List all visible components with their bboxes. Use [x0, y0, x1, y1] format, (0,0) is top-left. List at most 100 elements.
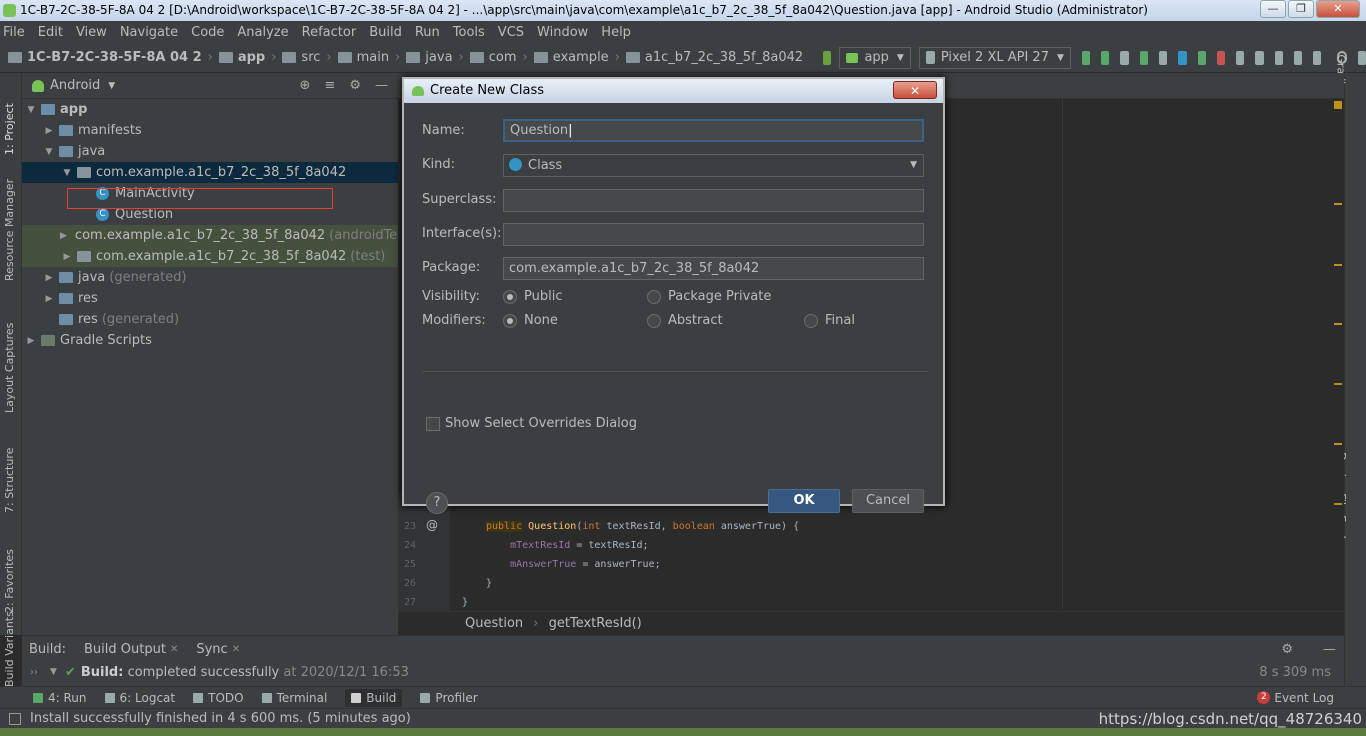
tree-item-res[interactable]: ▶ res [22, 288, 398, 309]
close-icon[interactable]: ✕ [232, 644, 240, 655]
warning-marker[interactable] [1334, 503, 1342, 505]
menu-navigate[interactable]: Navigate [120, 25, 178, 40]
tab-structure[interactable]: 7: Structure [3, 448, 16, 513]
close-window-button[interactable]: ✕ [1316, 0, 1360, 18]
menu-tools[interactable]: Tools [453, 25, 485, 40]
show-overrides-checkbox[interactable]: Show Select Overrides Dialog [426, 416, 637, 431]
menu-view[interactable]: View [76, 25, 107, 40]
menu-refactor[interactable]: Refactor [302, 25, 357, 40]
modifier-none-radio[interactable]: None [503, 313, 558, 328]
chevron-down-icon[interactable]: ▼ [24, 105, 38, 115]
status-message[interactable]: Install successfully finished in 4 s 600… [30, 711, 411, 726]
warning-marker[interactable] [1334, 323, 1342, 325]
code-line[interactable]: 26} [398, 574, 1344, 593]
menu-code[interactable]: Code [191, 25, 224, 40]
debug-icon[interactable] [1139, 50, 1148, 65]
tree-item-package-main[interactable]: ▼ com.example.a1c_b7_2c_38_5f_8a042 [22, 162, 398, 183]
chevron-down-icon[interactable]: ▼ [60, 168, 74, 178]
menu-analyze[interactable]: Analyze [237, 25, 288, 40]
menu-help[interactable]: Help [601, 25, 631, 40]
override-icon[interactable]: @ [426, 518, 438, 532]
chevron-right-icon[interactable]: ▶ [24, 336, 38, 346]
superclass-field[interactable] [503, 189, 924, 212]
breadcrumb-app[interactable]: › app [202, 50, 266, 65]
menu-run[interactable]: Run [415, 25, 440, 40]
code-line[interactable]: 23 public Question(int textResId, boolean… [398, 517, 1344, 536]
sync-icon[interactable] [1236, 50, 1245, 65]
gear-icon[interactable]: ⚙ [1281, 642, 1293, 657]
modifier-final-radio[interactable]: Final [804, 313, 855, 328]
package-field[interactable]: com.example.a1c_b7_2c_38_5f_8a042 [503, 257, 924, 280]
tree-item-java[interactable]: ▼ java [22, 141, 398, 162]
chevron-down-icon[interactable]: ▼ [108, 81, 115, 91]
visibility-public-radio[interactable]: Public [503, 289, 562, 304]
event-log[interactable]: 2 Event Log [1257, 691, 1334, 705]
run-list-icon[interactable] [1120, 50, 1129, 65]
attach-debugger-icon[interactable] [1197, 50, 1206, 65]
tree-item-gradle-scripts[interactable]: ▶ Gradle Scripts [22, 330, 398, 351]
code-line[interactable]: 24 mTextResId = textResId; [398, 536, 1344, 555]
code-line[interactable]: 27} [398, 593, 1344, 612]
editor-breadcrumb-class[interactable]: Question [465, 616, 523, 631]
tab-sync[interactable]: Sync [196, 642, 227, 657]
hammer-icon[interactable] [823, 50, 832, 65]
breadcrumb-com[interactable]: › com [453, 50, 517, 65]
stop-icon[interactable] [1216, 50, 1226, 65]
gear-icon[interactable]: ⚙ [349, 78, 361, 93]
tab-project[interactable]: 1: Project [3, 103, 16, 155]
breadcrumb-main[interactable]: › main [320, 50, 389, 65]
minimize-button[interactable]: — [1260, 0, 1286, 18]
sdk-manager-icon[interactable] [1274, 50, 1283, 65]
apply-code-changes-icon[interactable] [1101, 50, 1110, 65]
code-line[interactable]: 25 mAnswerTrue = answerTrue; [398, 555, 1344, 574]
hide-icon[interactable]: — [1323, 642, 1336, 657]
chevron-right-icon[interactable]: ▶ [60, 231, 67, 241]
tool-run[interactable]: 4: Run [33, 691, 87, 705]
tab-favorites[interactable]: 2: Favorites [3, 549, 16, 613]
chevron-down-icon[interactable]: ▼ [42, 147, 56, 157]
tool-logcat[interactable]: 6: Logcat [104, 691, 175, 705]
chevron-right-icon[interactable]: ▶ [42, 273, 56, 283]
breadcrumb-java[interactable]: › java [389, 50, 452, 65]
menu-vcs[interactable]: VCS [498, 25, 524, 40]
tab-build-variants[interactable]: Build Variants [3, 611, 16, 687]
warning-marker[interactable] [1334, 443, 1342, 445]
chevron-right-icon[interactable]: ▶ [42, 126, 56, 136]
dialog-close-button[interactable]: ✕ [893, 81, 937, 99]
chevron-down-icon[interactable]: ▼ [50, 667, 57, 677]
modifier-abstract-radio[interactable]: Abstract [647, 313, 723, 328]
editor-breadcrumb-method[interactable]: getTextResId() [549, 616, 642, 631]
tab-resource-manager[interactable]: Resource Manager [3, 179, 16, 281]
breadcrumb-package[interactable]: › a1c_b7_2c_38_5f_8a042 [609, 50, 803, 65]
warning-marker[interactable] [1334, 383, 1342, 385]
layout-inspector-icon[interactable] [1293, 50, 1303, 65]
name-field[interactable]: Question| [503, 119, 924, 142]
breadcrumb-project[interactable]: 1C-B7-2C-38-5F-8A 04 2 [2, 50, 202, 65]
profile-icon[interactable] [1178, 50, 1187, 65]
expand-icon[interactable]: ›› [30, 667, 38, 678]
warning-icon[interactable] [1334, 101, 1342, 109]
menu-window[interactable]: Window [537, 25, 588, 40]
kind-select[interactable]: Class ▼ [503, 154, 924, 177]
breadcrumb-example[interactable]: › example [517, 50, 609, 65]
tab-build-output[interactable]: Build Output [84, 642, 166, 657]
tree-item-java-generated[interactable]: ▶ java (generated) [22, 267, 398, 288]
cancel-button[interactable]: Cancel [852, 489, 924, 513]
tool-todo[interactable]: TODO [193, 691, 244, 705]
locate-icon[interactable]: ⊕ [300, 78, 311, 93]
chevron-right-icon[interactable]: ▶ [42, 294, 56, 304]
avd-manager-icon[interactable] [1255, 50, 1264, 65]
chevron-right-icon[interactable]: ▶ [60, 252, 74, 262]
tree-item-app[interactable]: ▼ app [22, 99, 398, 120]
tree-item-package-test[interactable]: ▶ com.example.a1c_b7_2c_38_5f_8a042 (test) [22, 246, 398, 267]
menu-build[interactable]: Build [369, 25, 402, 40]
ok-button[interactable]: OK [768, 489, 840, 513]
restore-button[interactable]: ❐ [1288, 0, 1314, 18]
warning-marker[interactable] [1334, 264, 1342, 266]
menu-edit[interactable]: Edit [38, 25, 63, 40]
run-config-select[interactable]: app ▼ [839, 46, 911, 69]
warning-marker[interactable] [1334, 203, 1342, 205]
status-window-icon[interactable] [9, 713, 21, 725]
tool-profiler[interactable]: Profiler [420, 691, 478, 705]
visibility-package-private-radio[interactable]: Package Private [647, 289, 771, 304]
